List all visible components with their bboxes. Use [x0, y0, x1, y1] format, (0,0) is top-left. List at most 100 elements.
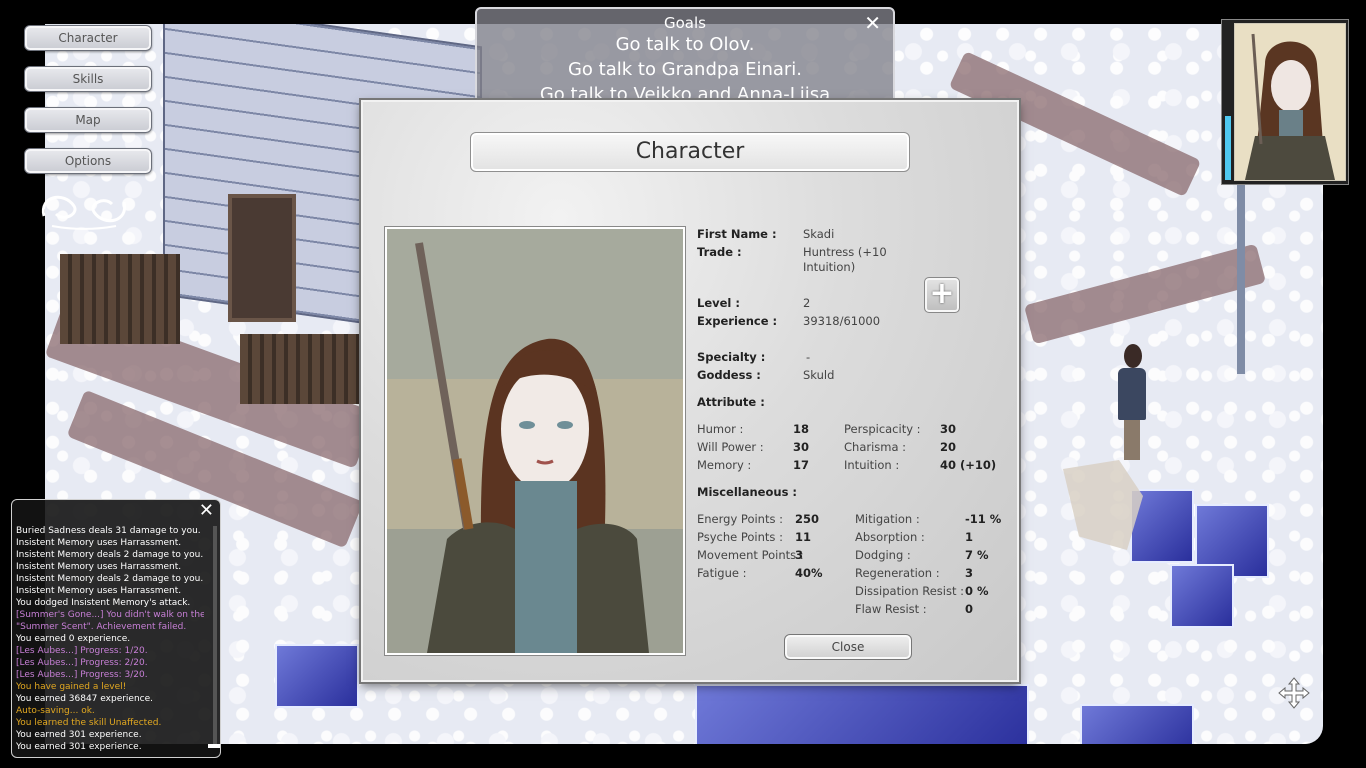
level-up-plus-button[interactable]: + [924, 277, 960, 313]
misc-label: Absorption : [855, 530, 925, 544]
attr-value: 30 [940, 422, 957, 436]
first-name-label: First Name : [697, 227, 777, 241]
specialty-value: - [806, 350, 811, 364]
goal-item: Go talk to Grandpa Einari. [567, 59, 803, 80]
log-line: Insistent Memory deals 2 damage to you. [16, 574, 204, 584]
trade-label: Trade : [697, 245, 742, 259]
log-line: You earned 0 experience. [16, 634, 131, 644]
ornament-icon [34, 186, 134, 232]
combat-log: ✕ Buried Sadness deals 31 damage to you.… [11, 499, 221, 758]
attr-value: 30 [793, 440, 810, 454]
misc-value: 40% [795, 566, 823, 580]
goddess-label: Goddess : [697, 368, 761, 382]
building-door [228, 194, 296, 322]
attr-label: Perspicacity : [844, 422, 921, 436]
misc-label: Mitigation : [855, 512, 920, 526]
log-line: [Les Aubes...] Progress: 3/20. [16, 670, 148, 680]
misc-label: Regeneration : [855, 566, 940, 580]
attr-label: Humor : [697, 422, 744, 436]
log-line: Insistent Memory uses Harrassment. [16, 586, 182, 596]
ice-crystal [1170, 564, 1234, 628]
misc-value: -11 % [965, 512, 1002, 526]
first-name-value: Skadi [803, 227, 835, 241]
player-portrait [1234, 23, 1346, 181]
log-line: [Les Aubes...] Progress: 1/20. [16, 646, 148, 656]
misc-label: Psyche Points : [697, 530, 783, 544]
npc-head [1124, 344, 1142, 368]
log-line: [Summer's Gone...] You didn't walk on th… [16, 610, 204, 620]
misc-value: 7 % [965, 548, 989, 562]
misc-label: Dodging : [855, 548, 911, 562]
player-portrait-frame[interactable] [1221, 19, 1349, 185]
misc-label: Movement Points : [697, 548, 804, 562]
dialog-title: Character [470, 132, 910, 172]
attr-value: 17 [793, 458, 810, 472]
experience-value: 39318/61000 [803, 314, 881, 328]
trade-value-line2: Intuition) [803, 260, 856, 274]
character-portrait-art [385, 227, 685, 655]
log-line: You have gained a level! [16, 682, 127, 692]
log-line: "Summer Scent". Achievement failed. [16, 622, 187, 632]
character-menu-button[interactable]: Character [24, 25, 152, 51]
attribute-heading: Attribute : [697, 395, 765, 409]
npc-body [1118, 368, 1146, 420]
log-line: Auto-saving... ok. [16, 706, 95, 716]
character-dialog: Character First Name : Skadi Trade : Hun… [361, 100, 1019, 682]
log-line: You learned the skill Unaffected. [16, 718, 162, 728]
ice-crystal [695, 684, 1029, 744]
misc-label: Fatigue : [697, 566, 747, 580]
attr-label: Intuition : [844, 458, 900, 472]
attr-label: Memory : [697, 458, 752, 472]
goal-item: Go talk to Olov. [615, 34, 755, 55]
goals-panel: Goals ✕ Go talk to Olov. Go talk to Gran… [475, 7, 895, 106]
map-menu-button[interactable]: Map [24, 107, 152, 133]
misc-label: Energy Points : [697, 512, 783, 526]
log-line: Insistent Memory uses Harrassment. [16, 562, 182, 572]
specialty-label: Specialty : [697, 350, 766, 364]
misc-heading: Miscellaneous : [697, 485, 798, 499]
attr-label: Charisma : [844, 440, 907, 454]
misc-value: 0 % [965, 584, 989, 598]
ice-crystal [1080, 704, 1194, 744]
attr-value: 20 [940, 440, 957, 454]
misc-value: 0 [965, 602, 974, 616]
wooden-fence [240, 334, 360, 404]
misc-value: 1 [965, 530, 974, 544]
log-line: [Les Aubes...] Progress: 2/20. [16, 658, 148, 668]
misc-value: 3 [965, 566, 974, 580]
log-line: You earned 301 experience. [16, 742, 142, 752]
log-line: Insistent Memory deals 2 damage to you. [16, 550, 204, 560]
goddess-value: Skuld [803, 368, 835, 382]
log-line: You earned 36847 experience. [16, 694, 154, 704]
experience-label: Experience : [697, 314, 778, 328]
level-value: 2 [803, 296, 811, 310]
attr-value: 40 (+10) [940, 458, 997, 472]
misc-value: 3 [795, 548, 804, 562]
trade-value-line1: Huntress (+10 [803, 245, 887, 259]
close-icon[interactable]: ✕ [864, 11, 881, 35]
log-line: You dodged Insistent Memory's attack. [16, 598, 191, 608]
goals-title: Goals [664, 14, 706, 32]
log-line: You earned 301 experience. [16, 730, 142, 740]
close-icon[interactable]: ✕ [199, 500, 214, 521]
level-label: Level : [697, 296, 740, 310]
close-button[interactable]: Close [784, 634, 912, 660]
npc-legs [1124, 420, 1140, 460]
log-scrollbar[interactable] [213, 526, 217, 746]
misc-label: Dissipation Resist : [855, 584, 965, 598]
log-scroll-thumb[interactable] [208, 744, 220, 748]
log-lines: Buried Sadness deals 31 damage to you. In… [16, 525, 204, 753]
options-menu-button[interactable]: Options [24, 148, 152, 174]
skills-menu-button[interactable]: Skills [24, 66, 152, 92]
misc-value: 250 [795, 512, 820, 526]
attr-label: Will Power : [697, 440, 764, 454]
health-bar [1225, 116, 1231, 180]
ice-crystal [275, 644, 359, 708]
misc-label: Flaw Resist : [855, 602, 927, 616]
log-line: Buried Sadness deals 31 damage to you. [16, 526, 201, 536]
move-icon[interactable] [1277, 676, 1311, 710]
npc-figure[interactable] [1118, 344, 1148, 464]
attr-value: 18 [793, 422, 810, 436]
log-line: Insistent Memory uses Harrassment. [16, 538, 182, 548]
misc-value: 11 [795, 530, 812, 544]
